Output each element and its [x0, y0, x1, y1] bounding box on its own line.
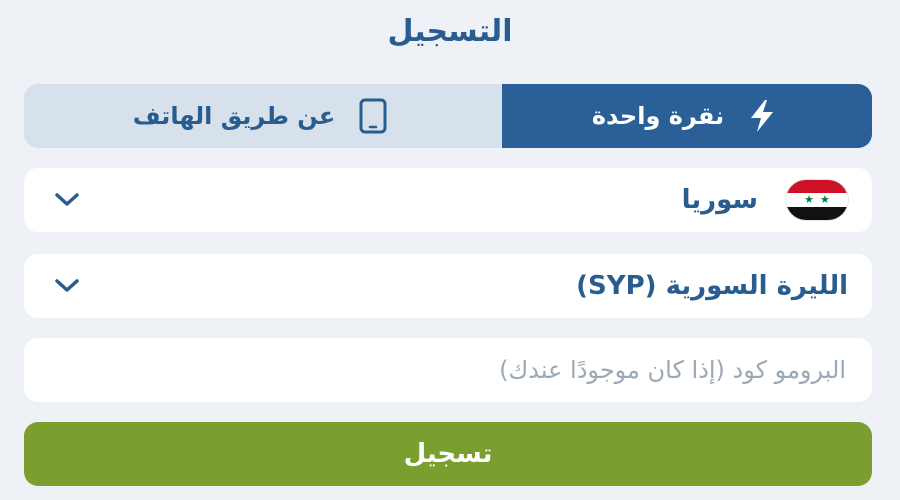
phone-icon [353, 96, 393, 136]
tab-one-click-label: نقرة واحدة [591, 102, 725, 130]
lightning-icon [742, 96, 782, 136]
chevron-down-icon [52, 276, 82, 296]
registration-method-tabs: عن طريق الهاتف نقرة واحدة [24, 84, 872, 148]
currency-select[interactable]: الليرة السورية (SYP) [24, 254, 872, 318]
tab-by-phone-label: عن طريق الهاتف [132, 102, 336, 130]
promo-code-input[interactable] [52, 337, 848, 403]
country-value: سوريا [681, 185, 758, 215]
chevron-down-icon [52, 190, 82, 210]
country-select[interactable]: ★ ★ سوريا [24, 168, 872, 232]
tab-one-click[interactable]: نقرة واحدة [502, 84, 872, 148]
page-title: التسجيل [387, 14, 513, 49]
tab-by-phone[interactable]: عن طريق الهاتف [24, 84, 502, 148]
syria-flag-icon: ★ ★ [786, 180, 848, 220]
currency-value: الليرة السورية (SYP) [576, 271, 848, 301]
register-button[interactable]: تسجيل [24, 422, 872, 486]
promo-code-field[interactable] [24, 337, 872, 403]
